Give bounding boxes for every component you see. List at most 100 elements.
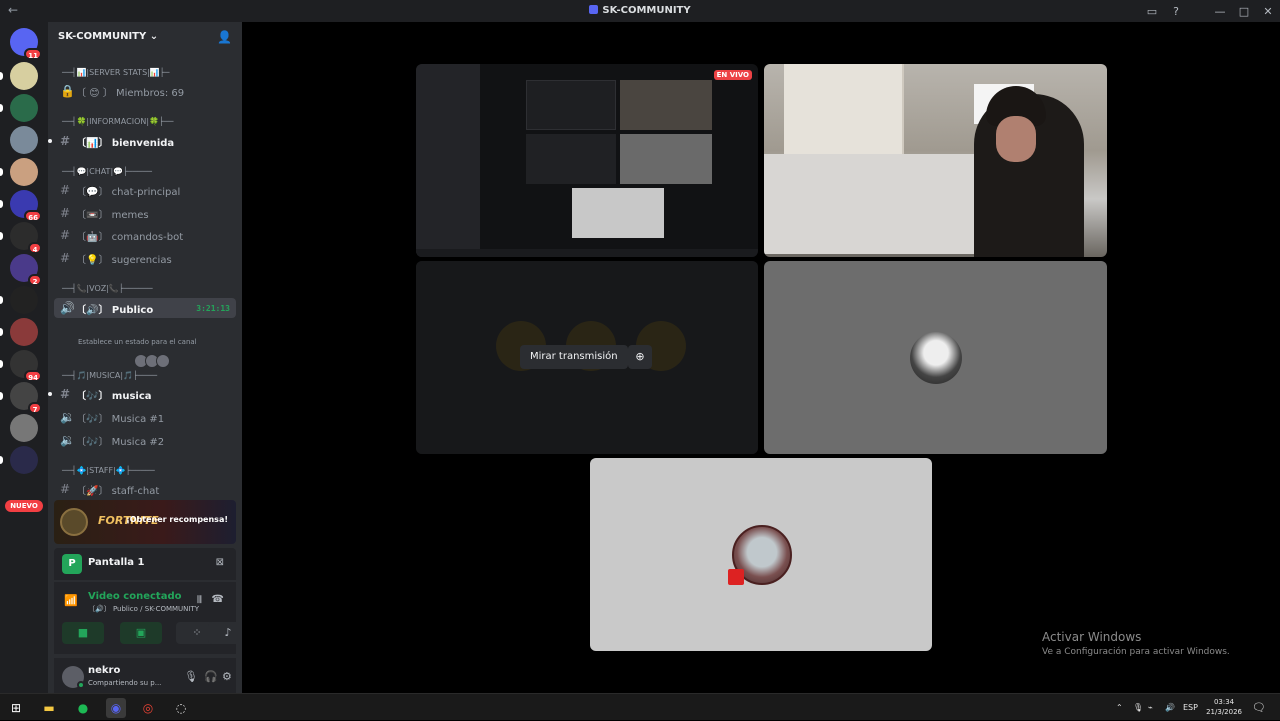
- participant-tile[interactable]: [764, 261, 1107, 454]
- category-voz[interactable]: ──┤📞|VOZ|📞├──────: [54, 278, 236, 298]
- category-informacion[interactable]: ──┤🍀|INFORMACION|🍀├──: [54, 111, 236, 131]
- network-icon[interactable]: ⌁: [1148, 694, 1153, 721]
- channel-sidebar: SK-COMMUNITY ⌄ 👤 ──┤📊|SERVER STATS|📊├─ 🔒…: [48, 22, 242, 693]
- disconnect-icon[interactable]: ☎: [212, 594, 224, 605]
- voice-channel-publico[interactable]: 🔊 〔🔊〕 Publico 3:21:13: [54, 298, 236, 318]
- popout-icon[interactable]: ⊕: [628, 345, 652, 369]
- guild-icon[interactable]: [0, 158, 38, 186]
- channel-miembros[interactable]: 🔒 〔 😊 〕 Miembros: 69: [54, 81, 236, 101]
- guild-icon[interactable]: 7: [0, 382, 42, 414]
- channel-musica[interactable]: # 〔🎶〕 musica: [48, 384, 236, 404]
- inbox-icon[interactable]: ▭: [1140, 5, 1164, 18]
- category-label: ──┤📞|VOZ|📞├──────: [62, 283, 153, 293]
- channel-bienvenida[interactable]: # 〔📊〕 bienvenida: [48, 131, 236, 151]
- camera-button[interactable]: ■: [62, 622, 104, 644]
- chrome-icon[interactable]: ◎: [138, 698, 158, 718]
- taskbar: ⊞ ▬ ● ◉ ◎ ◌ ⌃ 🎙 ⌁ 🔊 ESP 03:34 21/3/2026 …: [0, 693, 1280, 720]
- guild-icon[interactable]: 2: [10, 254, 42, 286]
- stream-tile[interactable]: EN VIVO: [416, 64, 758, 257]
- camera-tile[interactable]: [764, 64, 1107, 257]
- participant-tile[interactable]: [590, 458, 932, 651]
- channel-comandos-bot[interactable]: # 〔🤖〕 comandos-bot: [54, 225, 236, 245]
- guild-icon[interactable]: [0, 62, 38, 90]
- channel-sugerencias[interactable]: # 〔💡〕 sugerencias: [54, 248, 236, 268]
- guild-icon[interactable]: 4: [0, 222, 42, 254]
- guild-icon[interactable]: 66: [0, 190, 42, 222]
- claim-reward-button[interactable]: ¡Obtener recompensa!: [126, 515, 228, 524]
- activation-subtitle: Ve a Configuración para activar Windows.: [1042, 647, 1230, 657]
- guild-icon[interactable]: [0, 94, 38, 122]
- new-servers-badge[interactable]: NUEVO: [5, 500, 43, 512]
- stop-stream-icon[interactable]: ⊠: [216, 557, 224, 568]
- hash-icon: #: [60, 251, 71, 265]
- voice-timer: 3:21:13: [196, 303, 230, 313]
- hash-icon: #: [60, 482, 71, 496]
- channel-staff-chat[interactable]: # 〔🚀〕 staff-chat: [54, 479, 236, 499]
- close-icon[interactable]: ✕: [1256, 5, 1280, 18]
- soundboard-icon[interactable]: ♪: [208, 622, 242, 644]
- server-header[interactable]: SK-COMMUNITY ⌄ 👤: [48, 22, 242, 54]
- maximize-icon[interactable]: □: [1232, 5, 1256, 18]
- noise-suppression-icon[interactable]: 𝄃𝄃: [198, 595, 202, 606]
- notifications-icon[interactable]: 🗨: [1252, 694, 1266, 721]
- username[interactable]: nekro: [88, 665, 120, 676]
- gear-icon[interactable]: ⚙: [222, 670, 232, 683]
- guild-icon[interactable]: [0, 446, 38, 474]
- channel-chat-principal[interactable]: # 〔💬〕 chat-principal: [54, 180, 236, 200]
- category-staff[interactable]: ──┤💠|STAFF|💠├─────: [54, 460, 236, 480]
- camera-scene: [784, 64, 904, 154]
- channel-memes[interactable]: # 〔📼〕 memes: [54, 203, 236, 223]
- microphone-tray-icon[interactable]: 🎙: [1133, 694, 1143, 721]
- category-musica[interactable]: ──┤🎵|MUSICA|🎵├────: [54, 365, 236, 385]
- game-stream-tile[interactable]: Mirar transmisión ⊕: [416, 261, 758, 454]
- window-title: SK-COMMUNITY: [0, 5, 1280, 16]
- stream-preview-panel: [526, 80, 616, 130]
- category-chat[interactable]: ──┤💬|CHAT|💬├─────: [54, 161, 236, 181]
- unread-indicator: [48, 139, 52, 143]
- clock[interactable]: 03:34 21/3/2026: [1206, 697, 1242, 717]
- voice-channel-musica-2[interactable]: 🔉 〔🎶〕 Musica #2: [54, 430, 236, 450]
- avatar-decoration: [728, 569, 744, 585]
- guild-icon[interactable]: 94: [0, 350, 42, 382]
- voice-channel-musica-1[interactable]: 🔉 〔🎶〕 Musica #1: [54, 407, 236, 427]
- tray-overflow-icon[interactable]: ⌃: [1116, 694, 1123, 721]
- guild-icon[interactable]: [10, 126, 38, 154]
- help-icon[interactable]: ?: [1164, 5, 1188, 18]
- voice-channel-status[interactable]: Establece un estado para el canal: [78, 338, 197, 346]
- headphones-icon[interactable]: 🎧: [204, 670, 218, 683]
- signal-icon[interactable]: 📶: [64, 594, 78, 607]
- category-server-stats[interactable]: ──┤📊|SERVER STATS|📊├─: [54, 62, 236, 82]
- volume-icon[interactable]: 🔊: [1165, 694, 1175, 721]
- file-explorer-icon[interactable]: ▬: [39, 698, 59, 718]
- add-member-icon[interactable]: 👤: [217, 30, 232, 44]
- language-indicator[interactable]: ESP: [1183, 694, 1198, 721]
- windows-start-icon[interactable]: ⊞: [6, 698, 26, 718]
- screen-share-name: Pantalla 1: [88, 557, 145, 568]
- discord-icon[interactable]: ◉: [106, 698, 126, 718]
- guild-icon[interactable]: [0, 286, 38, 314]
- guild-icon[interactable]: [0, 318, 38, 346]
- unread-indicator: [48, 392, 52, 396]
- microphone-icon[interactable]: 🎙: [184, 670, 198, 683]
- guild-badge: 4: [28, 242, 42, 254]
- avatar: [910, 332, 962, 384]
- voice-location[interactable]: 〔🔊〕 Publico / SK-COMMUNITY: [88, 604, 199, 614]
- direct-messages-icon[interactable]: 11: [10, 28, 42, 60]
- voice-status[interactable]: Video conectado: [88, 591, 181, 602]
- voice-connection-panel: 📶 Video conectado 〔🔊〕 Publico / SK-COMMU…: [54, 582, 242, 654]
- guild-icon[interactable]: [10, 414, 38, 442]
- watch-stream-button[interactable]: Mirar transmisión: [520, 345, 628, 369]
- quest-promo-banner[interactable]: FORTNITE ¡Obtener recompensa!: [54, 500, 236, 544]
- avatar[interactable]: [62, 666, 85, 689]
- speaker-icon: 🔉: [60, 410, 75, 424]
- window-title-text: SK-COMMUNITY: [602, 5, 691, 16]
- obs-icon[interactable]: ◌: [171, 698, 191, 718]
- spotify-icon[interactable]: ●: [73, 698, 93, 718]
- stream-preview-panel: [526, 134, 616, 184]
- hash-icon: #: [60, 183, 71, 197]
- screen-app-icon: P: [62, 554, 82, 574]
- speaker-icon: 🔉: [60, 433, 75, 447]
- minimize-icon[interactable]: —: [1208, 5, 1232, 18]
- category-label: ──┤💠|STAFF|💠├─────: [62, 465, 155, 475]
- screen-share-button[interactable]: ▣: [120, 622, 162, 644]
